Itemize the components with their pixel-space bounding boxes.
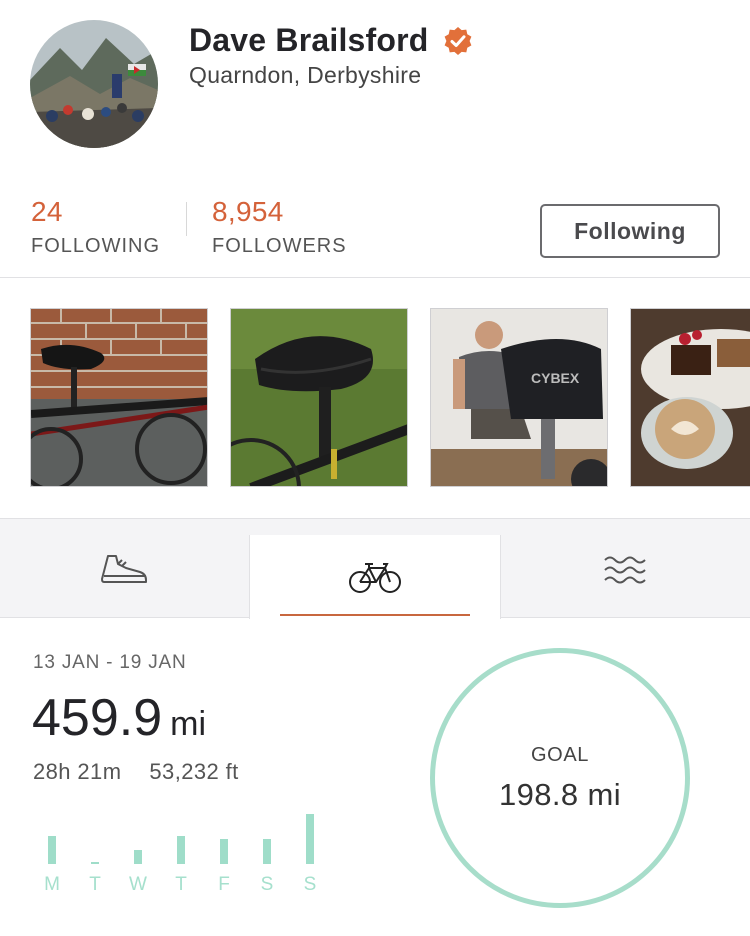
daily-bar: [48, 836, 56, 864]
weekly-time-elevation: 28h 21m 53,232 ft: [33, 759, 239, 785]
photo-bike-saddle-brick-wall[interactable]: [30, 308, 208, 487]
day-label: T: [175, 874, 187, 895]
day-label: S: [303, 874, 317, 895]
photo-bike-saddle-grass[interactable]: [230, 308, 408, 487]
week-range: 13 JAN - 19 JAN: [33, 652, 187, 673]
daily-bar: [134, 850, 142, 864]
svg-text:CYBEX: CYBEX: [531, 370, 580, 386]
day-label: W: [129, 874, 147, 895]
tab-swim[interactable]: [501, 519, 750, 619]
tab-run[interactable]: [0, 519, 249, 619]
following-button[interactable]: Following: [540, 204, 720, 258]
divider: [0, 277, 750, 278]
daily-bar: [177, 836, 185, 864]
day-label: F: [218, 874, 230, 895]
profile-name-row: Dave Brailsford: [189, 22, 473, 59]
sport-tabbar: [0, 518, 750, 619]
followers-label: FOLLOWERS: [212, 235, 347, 257]
bicycle-icon: [349, 563, 401, 593]
goal-ring[interactable]: GOAL 198.8 mi: [430, 648, 690, 908]
stat-divider: [186, 202, 187, 236]
followers-count: 8,954: [212, 196, 284, 227]
weekly-distance: 459.9 mi: [32, 688, 206, 748]
goal-value: 198.8 mi: [498, 776, 622, 812]
daily-bar: [220, 839, 228, 864]
daily-bar: [263, 839, 271, 864]
daily-bar: [91, 862, 99, 864]
profile-avatar[interactable]: [30, 20, 158, 148]
photo-man-on-exercise-bike[interactable]: CYBEX: [430, 308, 608, 487]
distance-value: 459.9: [32, 689, 163, 747]
profile-name: Dave Brailsford: [189, 22, 429, 58]
distance-unit: mi: [170, 705, 207, 743]
goal-label: GOAL: [531, 743, 589, 766]
following-label: FOLLOWING: [31, 235, 161, 257]
profile-location: Quarndon, Derbyshire: [189, 62, 422, 88]
day-label: M: [44, 874, 60, 895]
swim-waves-icon: [603, 556, 646, 584]
followers-stat[interactable]: 8,954 FOLLOWERS: [212, 196, 347, 258]
verified-badge-icon: [444, 26, 471, 55]
running-shoe-icon: [100, 555, 147, 583]
weekly-elevation: 53,232 ft: [149, 759, 239, 784]
following-count: 24: [31, 196, 63, 227]
tab-ride[interactable]: [249, 535, 501, 619]
daily-activity-bars: MTWTFSS: [32, 800, 332, 900]
following-stat[interactable]: 24 FOLLOWING: [31, 196, 160, 258]
day-label: S: [260, 874, 274, 895]
weekly-time: 28h 21m: [33, 759, 122, 784]
daily-bar: [306, 814, 314, 864]
photo-strip[interactable]: CYBEX: [30, 308, 750, 488]
day-label: T: [89, 874, 101, 895]
active-tab-indicator: [280, 614, 470, 616]
photo-cake-and-coffee[interactable]: [630, 308, 750, 487]
